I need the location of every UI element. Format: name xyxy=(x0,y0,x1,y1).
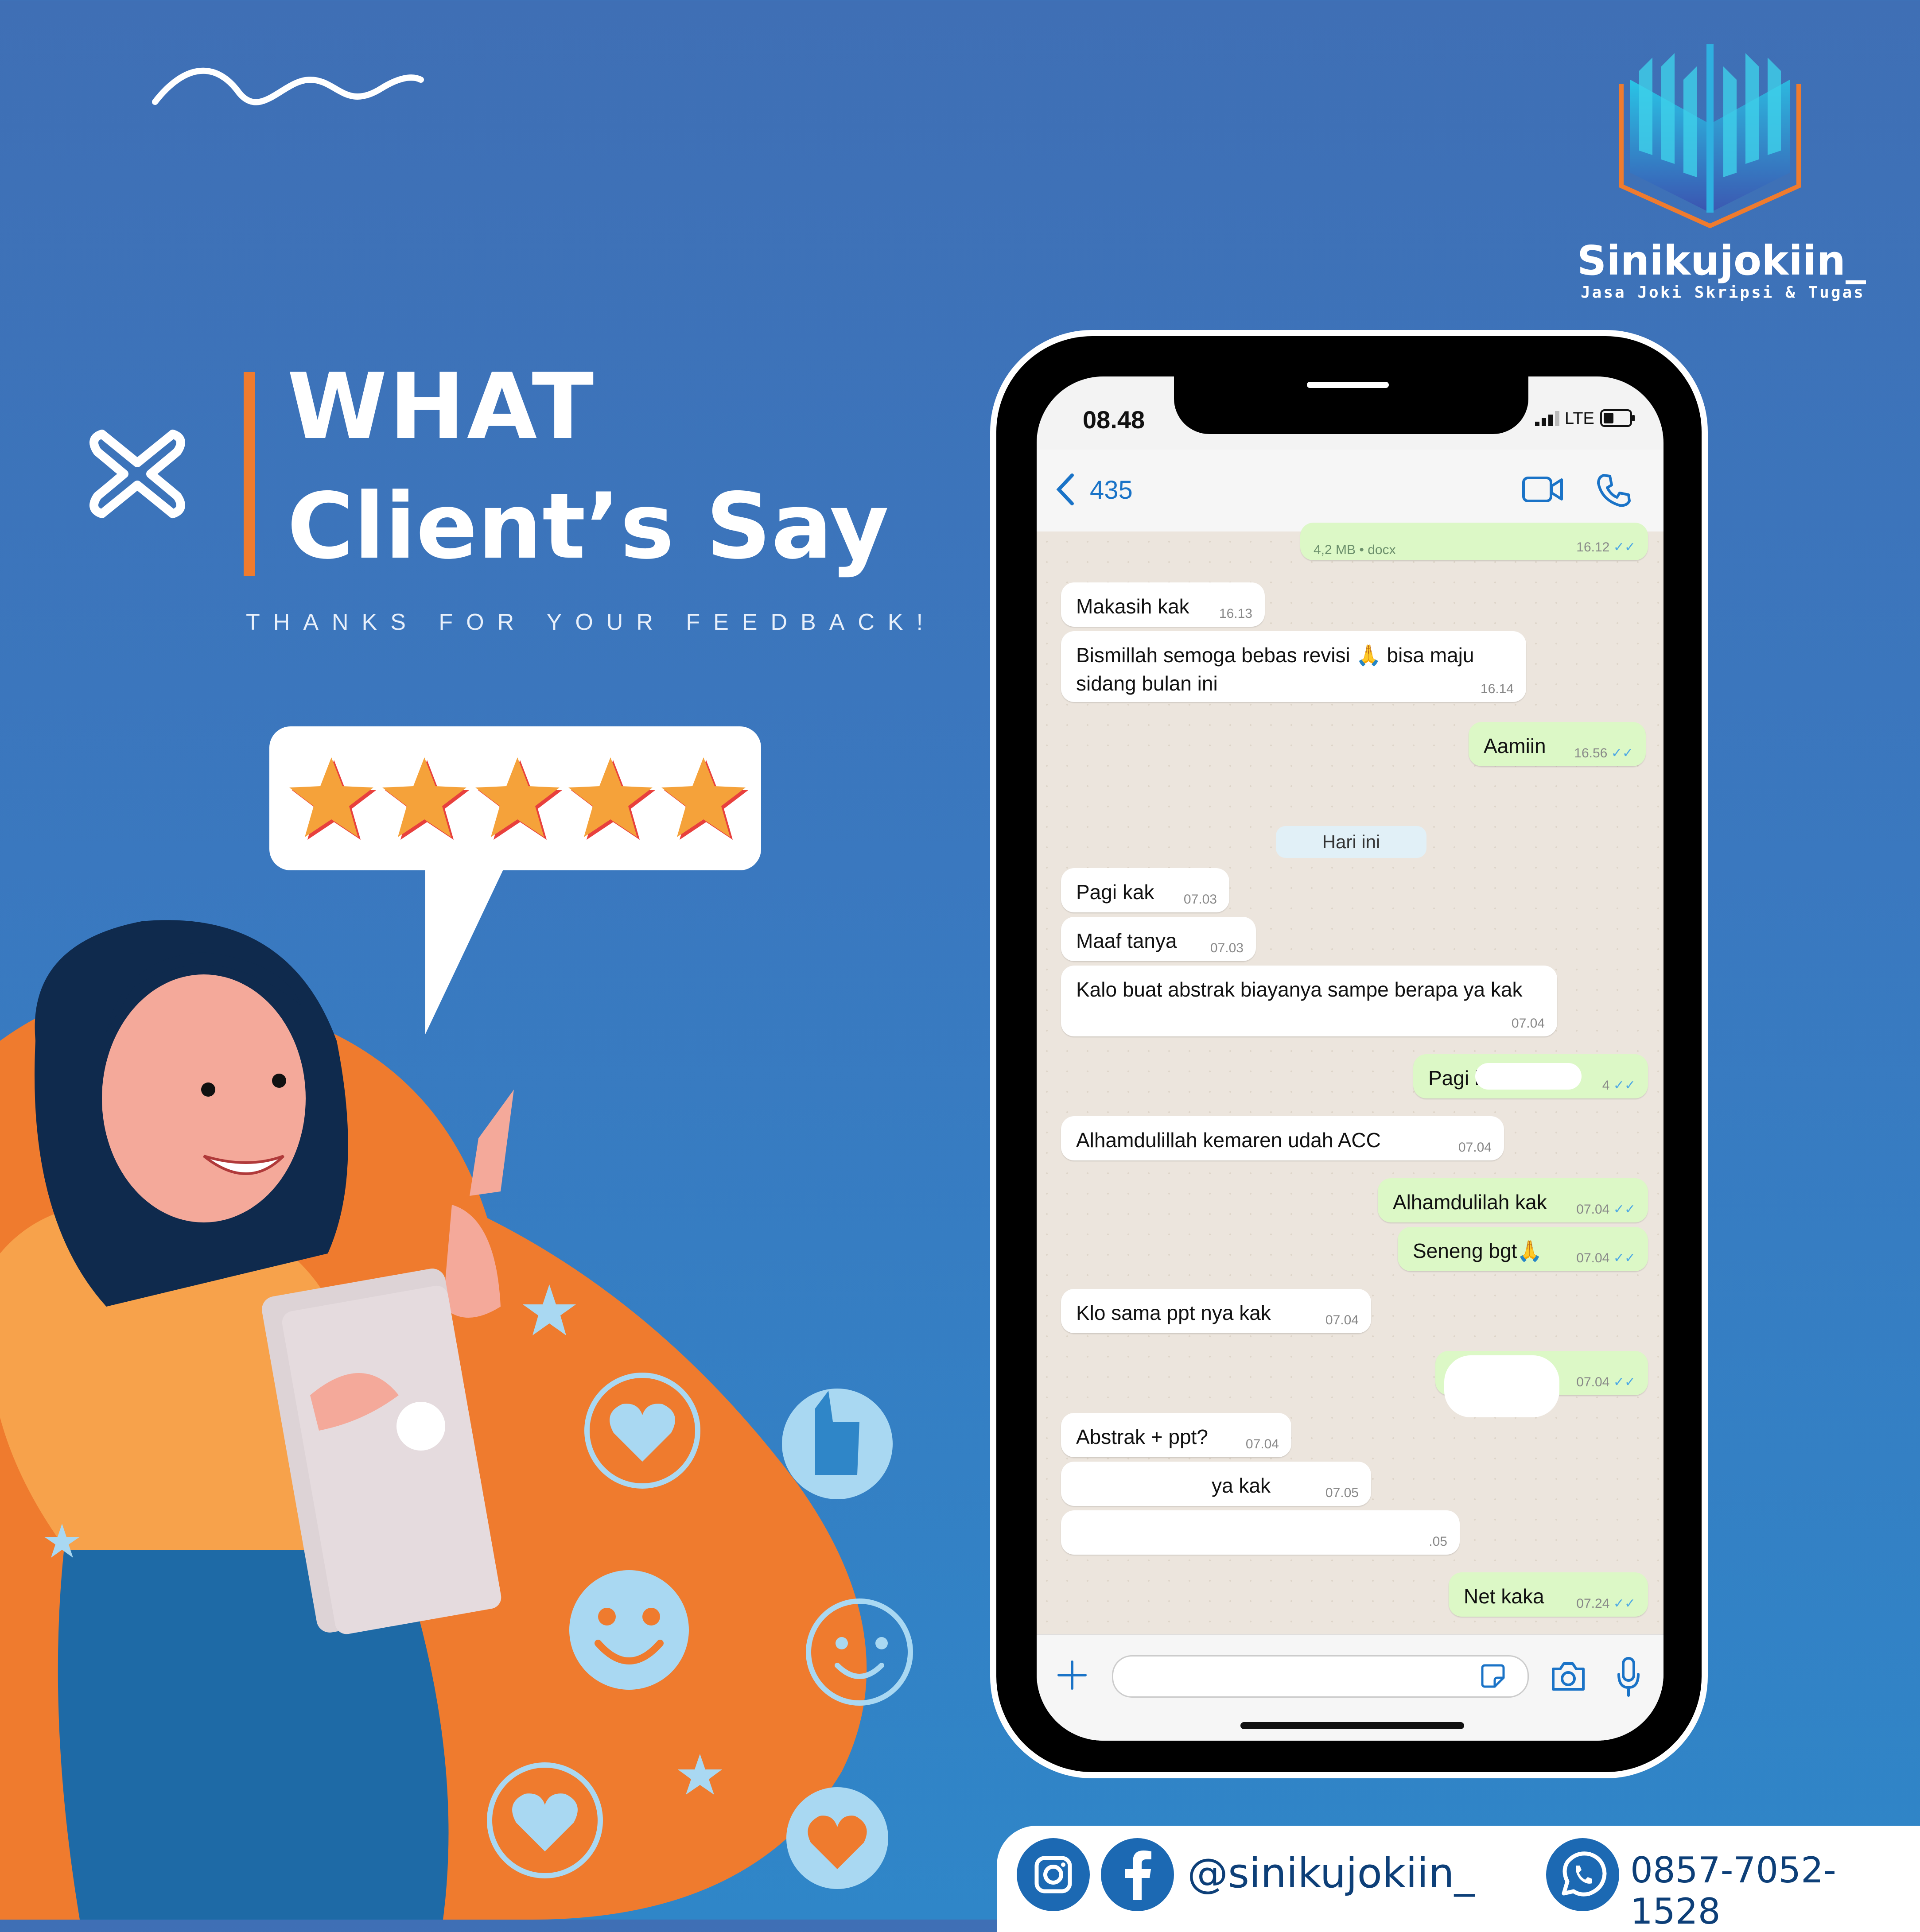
message-in[interactable]: Alhamdulillah kemaren udah ACC 07.04 xyxy=(1061,1116,1504,1160)
read-check-icon: ✓✓ xyxy=(1613,1078,1636,1093)
message-time: 16.56 ✓✓ xyxy=(1574,747,1633,760)
message-text: Alhamdulilah kak xyxy=(1393,1191,1547,1214)
message-time: 16.12 ✓✓ xyxy=(1576,541,1636,554)
phone-notch xyxy=(1174,370,1528,434)
message-text: ya kak xyxy=(1212,1474,1271,1497)
brand-tagline: Jasa Joki Skripsi & Tugas xyxy=(1581,283,1865,302)
book-logo-icon xyxy=(1619,44,1801,229)
message-time: 16.13 xyxy=(1219,606,1252,621)
message-time: 07.24 ✓✓ xyxy=(1576,1597,1636,1610)
redaction-blob xyxy=(1444,1355,1559,1417)
message-time: 07.04 xyxy=(1245,1437,1279,1451)
message-out[interactable]: Alhamdulilah kak 07.04 ✓✓ xyxy=(1378,1178,1648,1222)
message-text: Net kaka xyxy=(1464,1585,1544,1608)
message-text: Seneng bgt🙏 xyxy=(1413,1239,1543,1262)
message-text: Pagi kak xyxy=(1076,881,1154,904)
heading-tagline: THANKS FOR YOUR FEEDBACK! xyxy=(246,609,937,635)
time-text: 07.04 xyxy=(1576,1251,1610,1265)
message-in[interactable]: Klo sama ppt nya kak 07.04 xyxy=(1061,1289,1371,1333)
attachment-info: 4,2 MB • docx xyxy=(1314,543,1396,557)
message-time: 07.05 xyxy=(1325,1486,1359,1500)
chat-header: 435 xyxy=(1037,450,1663,532)
time-text: 07.04 xyxy=(1576,1202,1610,1217)
status-time: 08.48 xyxy=(1083,406,1145,434)
day-separator: Hari ini xyxy=(1276,826,1426,858)
time-text: 4 xyxy=(1602,1078,1610,1093)
battery-icon xyxy=(1600,409,1635,427)
message-time: 07.04 ✓✓ xyxy=(1576,1376,1636,1389)
message-in[interactable]: .05 xyxy=(1061,1510,1460,1555)
message-in[interactable]: Bismillah semoga bebas revisi 🙏 bisa maj… xyxy=(1061,631,1526,702)
message-text: Abstrak + ppt? xyxy=(1076,1425,1208,1448)
facebook-icon[interactable] xyxy=(1101,1838,1174,1911)
message-text: Bismillah semoga bebas revisi 🙏 bisa maj… xyxy=(1076,644,1474,695)
heading-line1: WHAT xyxy=(287,354,596,460)
message-time: 07.03 xyxy=(1210,941,1244,955)
redaction-blob xyxy=(1475,1063,1582,1090)
phone-speaker xyxy=(1307,382,1389,388)
plus-icon[interactable] xyxy=(1054,1657,1090,1693)
message-text: Alhamdulillah kemaren udah ACC xyxy=(1076,1129,1381,1152)
message-out[interactable]: Seneng bgt🙏 07.04 ✓✓ xyxy=(1398,1227,1648,1271)
message-time: 07.04 ✓✓ xyxy=(1576,1252,1636,1265)
five-star-rating xyxy=(289,757,748,840)
social-handle[interactable]: @sinikujokiin_ xyxy=(1187,1850,1475,1897)
message-in[interactable]: Makasih kak 16.13 xyxy=(1061,582,1265,627)
back-count[interactable]: 435 xyxy=(1090,475,1133,505)
message-text: Makasih kak xyxy=(1076,595,1189,618)
message-in[interactable]: Maaf tanya 07.03 xyxy=(1061,917,1256,961)
video-call-icon[interactable] xyxy=(1522,475,1564,504)
chat-area: 4,2 MB • docx 16.12 ✓✓ Makasih kak 16.13… xyxy=(1037,523,1663,1634)
message-text: Aamiin xyxy=(1484,734,1546,757)
time-text: 16.12 xyxy=(1576,540,1610,555)
message-input[interactable] xyxy=(1112,1655,1529,1698)
message-in[interactable]: Kalo buat abstrak biayanya sampe berapa … xyxy=(1061,966,1557,1036)
message-text: Maaf tanya xyxy=(1076,929,1177,952)
camera-icon[interactable] xyxy=(1551,1661,1586,1692)
message-in[interactable]: Pagi kak 07.03 xyxy=(1061,868,1229,912)
message-time: 4 ✓✓ xyxy=(1602,1079,1636,1092)
woman-with-tablet-illustration xyxy=(0,920,913,1920)
squiggle-decoration xyxy=(152,67,424,105)
read-check-icon: ✓✓ xyxy=(1613,1202,1636,1217)
whatsapp-number[interactable]: 0857-7052-1528 xyxy=(1630,1850,1920,1932)
home-indicator xyxy=(1240,1722,1464,1729)
message-out[interactable]: Net kaka 07.24 ✓✓ xyxy=(1449,1572,1648,1617)
whatsapp-icon[interactable] xyxy=(1546,1838,1619,1911)
read-check-icon: ✓✓ xyxy=(1613,540,1636,555)
read-check-icon: ✓✓ xyxy=(1611,746,1633,760)
message-time: 07.03 xyxy=(1183,892,1217,907)
message-time: 07.04 xyxy=(1511,1016,1545,1031)
message-in[interactable]: Abstrak + ppt? 07.04 xyxy=(1061,1413,1291,1457)
instagram-icon[interactable] xyxy=(1017,1838,1090,1911)
microphone-icon[interactable] xyxy=(1616,1657,1641,1697)
message-in[interactable]: ya kak 07.05 xyxy=(1061,1462,1371,1506)
message-text: Klo sama ppt nya kak xyxy=(1076,1301,1271,1324)
brand-name: Sinikujokiin_ xyxy=(1577,237,1866,284)
message-time: .05 xyxy=(1429,1534,1447,1549)
time-text: 07.24 xyxy=(1576,1596,1610,1611)
message-out[interactable]: 4,2 MB • docx 16.12 ✓✓ xyxy=(1300,523,1648,560)
message-out[interactable]: Aamiin 16.56 ✓✓ xyxy=(1469,722,1646,766)
phone-call-icon[interactable] xyxy=(1596,473,1631,508)
chevron-left-icon[interactable] xyxy=(1054,472,1077,507)
message-text: Kalo buat abstrak biayanya sampe berapa … xyxy=(1076,978,1523,1001)
time-text: 16.56 xyxy=(1574,746,1608,760)
message-time: 07.04 xyxy=(1458,1140,1492,1155)
read-check-icon: ✓✓ xyxy=(1613,1251,1636,1265)
sticker-icon[interactable] xyxy=(1480,1663,1506,1689)
heading-accent-bar xyxy=(244,372,255,576)
status-network: LTE xyxy=(1565,409,1594,428)
signal-icon xyxy=(1535,411,1559,426)
read-check-icon: ✓✓ xyxy=(1613,1596,1636,1611)
message-time: 07.04 ✓✓ xyxy=(1576,1203,1636,1216)
message-time: 16.14 xyxy=(1480,682,1514,696)
heading-line2: Client’s Say xyxy=(287,474,889,579)
time-text: 07.04 xyxy=(1576,1375,1610,1389)
x-shape-icon xyxy=(89,430,185,518)
chat-screen: 08.48 LTE 435 4,2 MB • docx 16.12 ✓✓ Mak… xyxy=(1037,376,1663,1741)
message-time: 07.04 xyxy=(1325,1313,1359,1327)
read-check-icon: ✓✓ xyxy=(1613,1375,1636,1389)
